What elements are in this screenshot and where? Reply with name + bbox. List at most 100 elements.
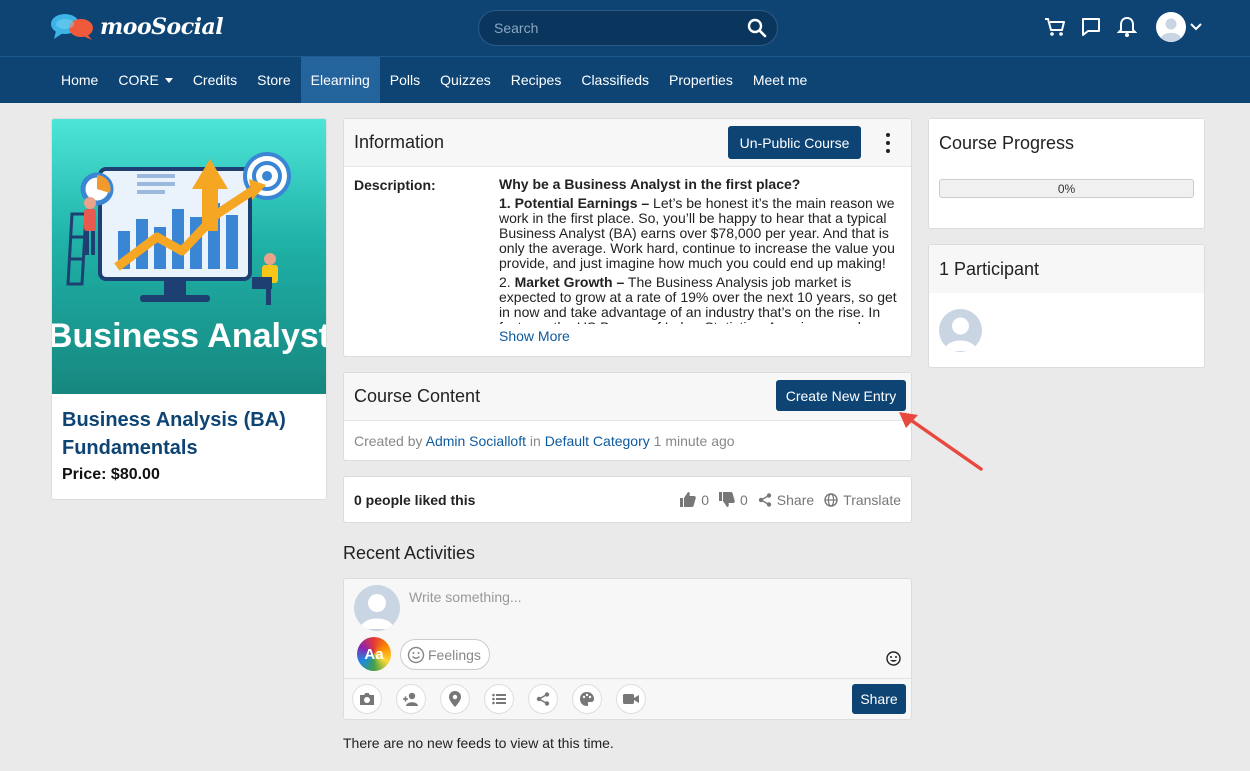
dislike-count: 0 [740, 491, 748, 508]
information-panel: Information Un-Public Course Description… [343, 118, 912, 357]
share-link-icon[interactable] [528, 684, 558, 714]
course-progress-header: Course Progress [929, 119, 1204, 167]
search-icon[interactable] [737, 18, 777, 38]
bell-icon[interactable] [1116, 16, 1138, 38]
nav-store[interactable]: Store [247, 57, 300, 103]
site-logo[interactable]: mooSocial [50, 12, 224, 42]
chevron-down-icon [1190, 23, 1202, 31]
camera-icon[interactable] [352, 684, 382, 714]
description-row: Description: Why be a Business Analyst i… [344, 167, 911, 324]
user-menu[interactable] [1156, 12, 1202, 42]
palette-icon[interactable] [572, 684, 602, 714]
course-image-caption: Business Analyst [52, 317, 326, 355]
growth-heading: Market Growth – [514, 274, 625, 290]
search-input[interactable] [479, 20, 737, 36]
participants-heading: 1 Participant [939, 258, 1040, 279]
nav-core[interactable]: CORE [108, 57, 182, 103]
likes-bar: 0 people liked this 0 0 Share Translate [343, 476, 912, 523]
author-link[interactable]: Admin Socialloft [426, 433, 526, 449]
translate-action[interactable]: Translate [824, 492, 901, 508]
list-icon[interactable] [484, 684, 514, 714]
created-time: 1 minute ago [653, 433, 735, 449]
more-options-icon[interactable] [885, 133, 891, 153]
nav-classifieds[interactable]: Classifieds [571, 57, 659, 103]
annotation-arrow [899, 412, 983, 471]
caret-down-icon [164, 77, 173, 83]
course-card: Business Analyst Business Analysis (BA) … [51, 118, 327, 500]
status-input[interactable]: Write something... [409, 589, 522, 605]
nav-elearning[interactable]: Elearning [300, 57, 380, 103]
description-body: Why be a Business Analyst in the first p… [499, 177, 901, 324]
course-thumbnail[interactable]: Business Analyst [52, 119, 326, 394]
user-avatar-icon [944, 317, 977, 351]
course-content-heading: Course Content [354, 386, 481, 406]
dislike-button[interactable]: 0 [719, 492, 748, 508]
share-label: Share [776, 491, 815, 508]
like-count: 0 [701, 491, 709, 508]
feelings-button[interactable]: Feelings [400, 639, 490, 670]
thumbs-down-icon [719, 492, 735, 507]
participant-avatar[interactable] [939, 309, 982, 352]
share-post-button[interactable]: Share [852, 684, 906, 714]
feelings-label: Feelings [428, 646, 481, 663]
course-content-panel: Course Content Create New Entry Created … [343, 372, 912, 461]
search-box [478, 10, 778, 46]
participants-header: 1 Participant [929, 245, 1204, 293]
text-style-button[interactable]: Aa [357, 637, 391, 671]
top-bar: mooSocial [0, 0, 1250, 56]
course-meta: Created by Admin Socialloft in Default C… [344, 421, 911, 461]
description-lead: Why be a Business Analyst in the first p… [499, 177, 801, 192]
nav-credits[interactable]: Credits [183, 57, 247, 103]
emoji-icon[interactable] [886, 651, 901, 669]
course-progress-heading: Course Progress [939, 132, 1075, 153]
user-avatar-icon [360, 594, 394, 629]
share-action[interactable]: Share [758, 492, 814, 508]
thumbs-up-icon [680, 492, 696, 507]
nav-core-label: CORE [118, 72, 159, 88]
no-feeds-message: There are no new feeds to view at this t… [343, 735, 614, 751]
post-composer: Write something... Aa Feelings Share [343, 578, 912, 720]
main-nav: Home CORE Credits Store Elearning Polls … [0, 56, 1250, 103]
unpublic-course-button[interactable]: Un-Public Course [728, 126, 861, 159]
likes-summary[interactable]: 0 people liked this [354, 492, 680, 508]
business-analyst-illustration: Business Analyst [52, 152, 326, 355]
progress-label: 0% [1057, 181, 1076, 196]
globe-icon [824, 492, 838, 507]
earnings-heading: 1. Potential Earnings – [499, 195, 650, 211]
created-by-label: Created by [354, 433, 423, 449]
course-title[interactable]: Business Analysis (BA) Fundamentals [52, 394, 326, 462]
course-progress-panel: Course Progress 0% [928, 118, 1205, 229]
description-label: Description: [354, 177, 436, 193]
nav-home[interactable]: Home [51, 57, 108, 103]
recent-activities-heading: Recent Activities [343, 543, 476, 563]
in-label: in [529, 433, 541, 449]
nav-quizzes[interactable]: Quizzes [430, 57, 501, 103]
nav-meet-me[interactable]: Meet me [743, 57, 817, 103]
nav-properties[interactable]: Properties [659, 57, 743, 103]
information-heading: Information [354, 132, 445, 152]
location-icon[interactable] [440, 684, 470, 714]
chat-icon[interactable] [1080, 16, 1102, 38]
cart-icon[interactable] [1044, 16, 1066, 38]
course-price: Price: $80.00 [62, 466, 160, 483]
share-icon [758, 492, 771, 507]
translate-label: Translate [843, 491, 901, 508]
show-more-link[interactable]: Show More [499, 328, 576, 344]
nav-polls[interactable]: Polls [380, 57, 430, 103]
create-new-entry-button[interactable]: Create New Entry [776, 380, 906, 411]
category-link[interactable]: Default Category [545, 433, 650, 449]
logo-bubbles-icon [51, 14, 93, 40]
user-avatar-icon [1156, 12, 1186, 42]
video-icon[interactable] [616, 684, 646, 714]
tag-friend-icon[interactable] [396, 684, 426, 714]
like-button[interactable]: 0 [680, 492, 709, 508]
nav-recipes[interactable]: Recipes [501, 57, 572, 103]
composer-avatar [354, 585, 400, 631]
participants-panel: 1 Participant [928, 244, 1205, 368]
course-content-header: Course Content Create New Entry [344, 373, 911, 421]
composer-toolbar [344, 678, 911, 719]
progress-bar: 0% [939, 179, 1194, 198]
information-header: Information Un-Public Course [344, 119, 911, 167]
header-actions [1044, 12, 1202, 42]
smiley-icon [407, 646, 425, 663]
